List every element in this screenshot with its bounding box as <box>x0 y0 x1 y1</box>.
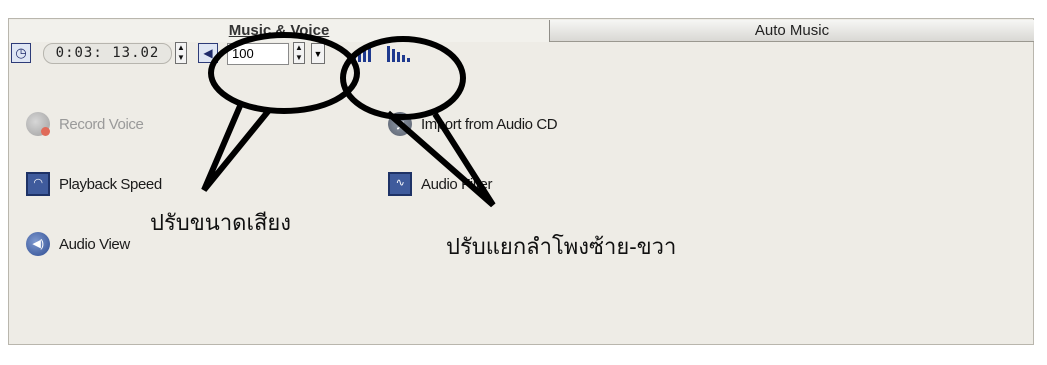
playback-speed-button[interactable]: ◠ Playback Speed <box>26 171 162 197</box>
balance-left-icon[interactable] <box>348 46 374 62</box>
audio-filter-label: Audio Filter <box>421 175 493 193</box>
tab-auto-music[interactable]: Auto Music <box>550 20 1034 42</box>
volume-stepper[interactable]: ▲ ▼ <box>293 42 305 64</box>
microphone-icon <box>26 112 50 136</box>
volume-dropdown-button[interactable]: ▼ <box>311 43 325 64</box>
timecode-field[interactable]: 0:03: 13.02 <box>43 43 172 64</box>
music-cd-icon: ♫ <box>388 112 412 136</box>
tab-auto-music-label: Auto Music <box>754 22 830 39</box>
waveform-icon: ∿ <box>388 172 412 196</box>
balance-right-icon[interactable] <box>387 46 413 62</box>
import-cd-label: Import from Audio CD <box>421 115 558 133</box>
speaker-round-icon: ◀) <box>26 232 50 256</box>
clock-icon[interactable]: ◷ <box>11 43 31 63</box>
audio-view-button[interactable]: ◀) Audio View <box>26 231 130 257</box>
speaker-icon[interactable]: ◀ <box>198 43 218 63</box>
tab-music-voice-label: Music & Voice <box>228 22 330 39</box>
speedometer-icon: ◠ <box>26 172 50 196</box>
audio-filter-button[interactable]: ∿ Audio Filter <box>388 171 492 197</box>
volume-annotation: ปรับขนาดเสียง <box>150 211 292 236</box>
import-cd-button[interactable]: ♫ Import from Audio CD <box>388 111 558 137</box>
record-voice-button[interactable]: Record Voice <box>26 111 144 137</box>
volume-input[interactable]: 100 <box>227 43 289 65</box>
balance-annotation: ปรับแยกลำโพงซ้าย-ขวา <box>446 235 677 260</box>
record-voice-label: Record Voice <box>59 115 144 133</box>
tab-music-voice[interactable]: Music & Voice <box>9 20 550 42</box>
timecode-stepper[interactable]: ▲ ▼ <box>175 42 187 64</box>
audio-view-label: Audio View <box>59 235 130 253</box>
playback-speed-label: Playback Speed <box>59 175 162 193</box>
